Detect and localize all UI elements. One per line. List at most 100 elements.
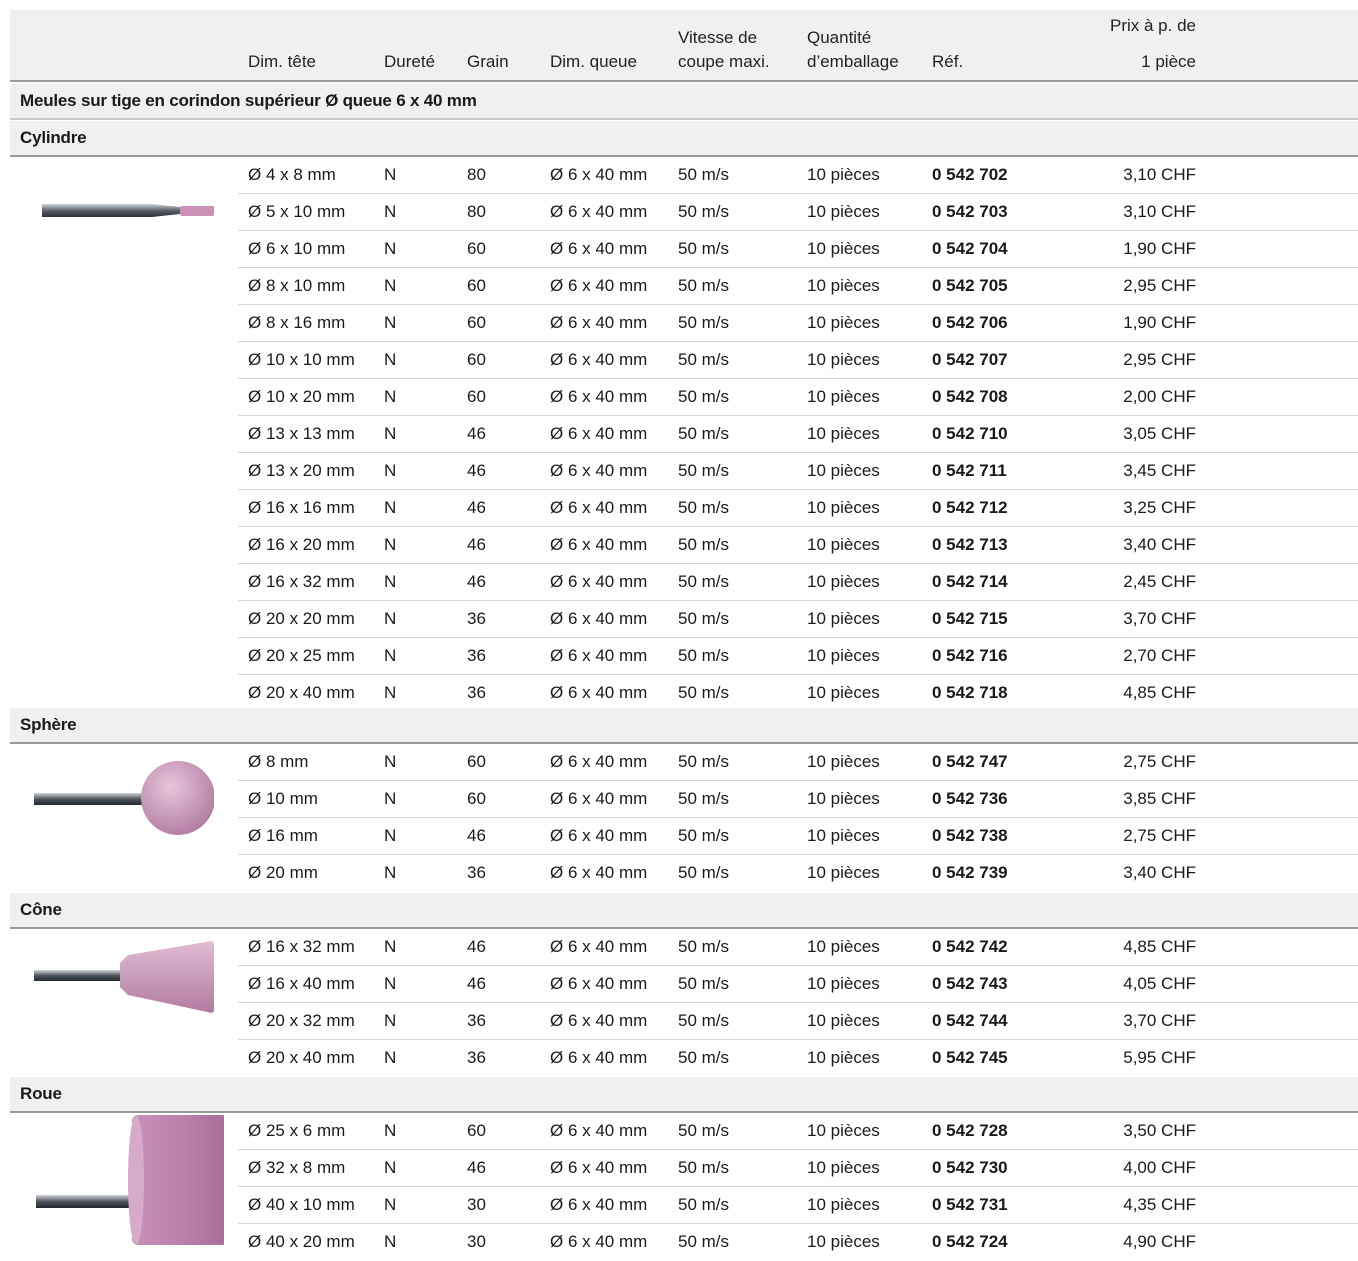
cell-ref: 0 542 706 <box>932 313 1008 332</box>
cell-qte: 10 pièces <box>807 1195 880 1214</box>
cell-durete: N <box>384 1195 397 1214</box>
cell-ref: 0 542 713 <box>932 535 1008 554</box>
table-row: Ø 10 x 20 mm N 60 Ø 6 x 40 mm 50 m/s 10 pièce… <box>238 379 1358 416</box>
cell-grain: 46 <box>467 1158 486 1177</box>
cell-durete: N <box>384 826 397 845</box>
table-row: Ø 10 mm N 60 Ø 6 x 40 mm 50 m/s 10 pièces 0 54… <box>238 781 1358 818</box>
cell-prix: 3,40 CHF <box>1123 535 1196 554</box>
cell-grain: 80 <box>467 202 486 221</box>
cell-ref: 0 542 728 <box>932 1121 1008 1140</box>
cell-dim: Ø 20 x 20 mm <box>248 609 355 628</box>
table-row: Ø 10 x 10 mm N 60 Ø 6 x 40 mm 50 m/s 10 pièce… <box>238 342 1358 379</box>
cell-vitesse: 50 m/s <box>678 165 730 184</box>
cell-qte: 10 pièces <box>807 1121 880 1140</box>
col-grain: Grain <box>467 52 509 71</box>
cell-dim: Ø 16 x 20 mm <box>248 535 355 554</box>
cell-qte: 10 pièces <box>807 683 880 702</box>
cell-vitesse: 50 m/s <box>678 1195 730 1214</box>
cell-durete: N <box>384 350 397 369</box>
cell-vitesse: 50 m/s <box>678 752 730 771</box>
cell-durete: N <box>384 387 397 406</box>
cell-qte: 10 pièces <box>807 461 880 480</box>
cell-prix: 2,45 CHF <box>1123 572 1196 591</box>
cell-vitesse: 50 m/s <box>678 1121 730 1140</box>
cell-durete: N <box>384 202 397 221</box>
cell-ref: 0 542 736 <box>932 789 1008 808</box>
table-row: Ø 40 x 20 mm N 30 Ø 6 x 40 mm 50 m/s 10 pièce… <box>238 1224 1358 1261</box>
cell-dim: Ø 25 x 6 mm <box>248 1121 346 1140</box>
cell-dim: Ø 16 x 32 mm <box>248 937 355 956</box>
cell-durete: N <box>384 1121 397 1140</box>
cell-grain: 60 <box>467 313 486 332</box>
cell-grain: 36 <box>467 863 486 882</box>
cell-dim: Ø 20 x 40 mm <box>248 1048 355 1067</box>
table-row: Ø 8 x 10 mm N 60 Ø 6 x 40 mm 50 m/s 10 pièces… <box>238 268 1358 305</box>
cell-qte: 10 pièces <box>807 1011 880 1030</box>
table-row: Ø 16 x 20 mm N 46 Ø 6 x 40 mm 50 m/s 10 pièce… <box>238 527 1358 564</box>
cell-prix: 3,25 CHF <box>1123 498 1196 517</box>
section-title: Cône <box>10 893 1358 929</box>
cell-qte: 10 pièces <box>807 387 880 406</box>
cell-ref: 0 542 747 <box>932 752 1008 771</box>
cell-prix: 3,10 CHF <box>1123 165 1196 184</box>
cell-dim: Ø 10 mm <box>248 789 318 808</box>
cell-prix: 2,00 CHF <box>1123 387 1196 406</box>
table-row: Ø 16 x 40 mm N 46 Ø 6 x 40 mm 50 m/s 10 pièce… <box>238 966 1358 1003</box>
table-row: Ø 13 x 13 mm N 46 Ø 6 x 40 mm 50 m/s 10 pièce… <box>238 416 1358 453</box>
cell-qte: 10 pièces <box>807 1048 880 1067</box>
cell-prix: 4,85 CHF <box>1123 683 1196 702</box>
cell-qte: 10 pièces <box>807 276 880 295</box>
cell-prix: 4,00 CHF <box>1123 1158 1196 1177</box>
cell-ref: 0 542 712 <box>932 498 1008 517</box>
cell-queue: Ø 6 x 40 mm <box>550 1121 648 1140</box>
cell-queue: Ø 6 x 40 mm <box>550 424 648 443</box>
cell-grain: 80 <box>467 165 486 184</box>
cell-ref: 0 542 730 <box>932 1158 1008 1177</box>
col-durete: Dureté <box>384 52 436 71</box>
cell-grain: 60 <box>467 752 486 771</box>
table-header: Dim. tête Dureté Grain Dim. queue Vitess… <box>10 10 1358 82</box>
col-quantite-line2: d’emballage <box>807 52 899 71</box>
price-table: Dim. tête Dureté Grain Dim. queue Vitess… <box>0 0 1358 1255</box>
table-row: Ø 6 x 10 mm N 60 Ø 6 x 40 mm 50 m/s 10 pièces… <box>238 231 1358 268</box>
cell-durete: N <box>384 937 397 956</box>
cell-durete: N <box>384 609 397 628</box>
cell-ref: 0 542 714 <box>932 572 1008 591</box>
cell-dim: Ø 10 x 10 mm <box>248 350 355 369</box>
table-row: Ø 4 x 8 mm N 80 Ø 6 x 40 mm 50 m/s 10 pièces 0… <box>238 157 1358 194</box>
cell-grain: 60 <box>467 789 486 808</box>
cell-vitesse: 50 m/s <box>678 387 730 406</box>
cell-vitesse: 50 m/s <box>678 937 730 956</box>
cell-qte: 10 pièces <box>807 350 880 369</box>
cell-qte: 10 pièces <box>807 1158 880 1177</box>
section-title: Sphère <box>10 708 1358 744</box>
cylinder-point-icon <box>40 192 220 237</box>
cell-dim: Ø 16 x 16 mm <box>248 498 355 517</box>
cell-queue: Ø 6 x 40 mm <box>550 1011 648 1030</box>
cell-queue: Ø 6 x 40 mm <box>550 239 648 258</box>
cell-grain: 60 <box>467 1121 486 1140</box>
cell-qte: 10 pièces <box>807 313 880 332</box>
cell-vitesse: 50 m/s <box>678 498 730 517</box>
cell-vitesse: 50 m/s <box>678 1011 730 1030</box>
cell-grain: 46 <box>467 424 486 443</box>
cell-vitesse: 50 m/s <box>678 350 730 369</box>
cell-queue: Ø 6 x 40 mm <box>550 350 648 369</box>
cell-prix: 2,75 CHF <box>1123 826 1196 845</box>
cell-prix: 3,45 CHF <box>1123 461 1196 480</box>
col-vitesse-line2: coupe maxi. <box>678 52 770 71</box>
cell-qte: 10 pièces <box>807 609 880 628</box>
cell-vitesse: 50 m/s <box>678 461 730 480</box>
cell-grain: 46 <box>467 498 486 517</box>
cell-dim: Ø 20 x 32 mm <box>248 1011 355 1030</box>
cell-qte: 10 pièces <box>807 974 880 993</box>
cell-vitesse: 50 m/s <box>678 974 730 993</box>
cell-prix: 1,90 CHF <box>1123 313 1196 332</box>
cell-vitesse: 50 m/s <box>678 1158 730 1177</box>
cell-vitesse: 50 m/s <box>678 789 730 808</box>
table-title: Meules sur tige en corindon supérieur Ø … <box>10 84 1358 120</box>
table-row: Ø 16 x 32 mm N 46 Ø 6 x 40 mm 50 m/s 10 pièce… <box>238 929 1358 966</box>
table-row: Ø 16 x 16 mm N 46 Ø 6 x 40 mm 50 m/s 10 pièce… <box>238 490 1358 527</box>
cell-prix: 3,85 CHF <box>1123 789 1196 808</box>
cell-durete: N <box>384 646 397 665</box>
